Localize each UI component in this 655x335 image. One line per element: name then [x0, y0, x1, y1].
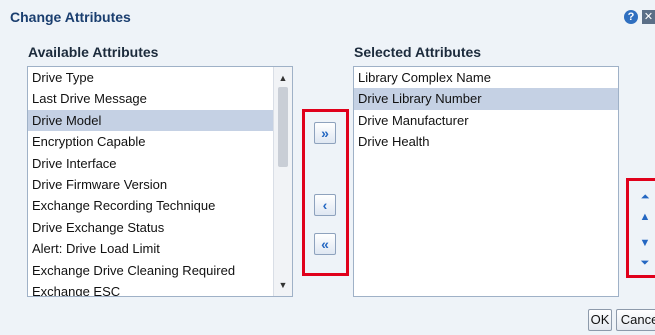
scroll-down-icon[interactable]: ▼ — [274, 277, 292, 293]
list-item[interactable]: Last Drive Message — [28, 88, 292, 109]
list-item[interactable]: Drive Interface — [28, 153, 292, 174]
move-to-top-icon[interactable]: ⏶ — [637, 190, 653, 204]
available-list-scrollbar[interactable]: ▲ ▼ — [273, 67, 292, 296]
list-item[interactable]: Drive Model — [28, 109, 292, 132]
move-right-button[interactable]: » — [314, 122, 336, 144]
ok-button[interactable]: OK — [588, 309, 612, 331]
list-item[interactable]: Drive Library Number — [354, 88, 618, 110]
scroll-up-icon[interactable]: ▲ — [274, 70, 292, 86]
available-attributes-label: Available Attributes — [28, 44, 159, 60]
list-item[interactable]: Alert: Drive Load Limit — [28, 238, 292, 259]
move-down-icon[interactable]: ▼ — [637, 236, 653, 250]
selected-attributes-list[interactable]: Library Complex Name Drive Library Number… — [353, 66, 619, 297]
list-item[interactable]: Drive Health — [354, 131, 618, 152]
move-to-bottom-icon[interactable]: ⏷ — [637, 256, 653, 270]
available-attributes-list[interactable]: Drive Type Last Drive Message Drive Model E… — [27, 66, 293, 297]
cancel-button[interactable]: Cancel — [616, 309, 655, 331]
selected-attributes-label: Selected Attributes — [354, 44, 482, 60]
list-item[interactable]: Encryption Capable — [28, 131, 292, 152]
list-item[interactable]: Drive Exchange Status — [28, 217, 292, 238]
move-up-icon[interactable]: ▲ — [637, 210, 653, 224]
close-icon[interactable]: ✕ — [642, 10, 655, 24]
list-item[interactable]: Exchange ESC — [28, 281, 292, 296]
list-item[interactable]: Drive Type — [28, 67, 292, 88]
list-item[interactable]: Drive Manufacturer — [354, 110, 618, 131]
list-item[interactable]: Library Complex Name — [354, 67, 618, 88]
dialog-title: Change Attributes — [10, 9, 131, 25]
list-item[interactable]: Drive Firmware Version — [28, 174, 292, 195]
move-left-button[interactable]: ‹ — [314, 194, 336, 216]
list-item[interactable]: Exchange Recording Technique — [28, 195, 292, 216]
list-item[interactable]: Exchange Drive Cleaning Required — [28, 260, 292, 281]
move-all-left-button[interactable]: « — [314, 233, 336, 255]
scroll-thumb[interactable] — [278, 87, 288, 167]
help-icon[interactable]: ? — [624, 10, 638, 24]
